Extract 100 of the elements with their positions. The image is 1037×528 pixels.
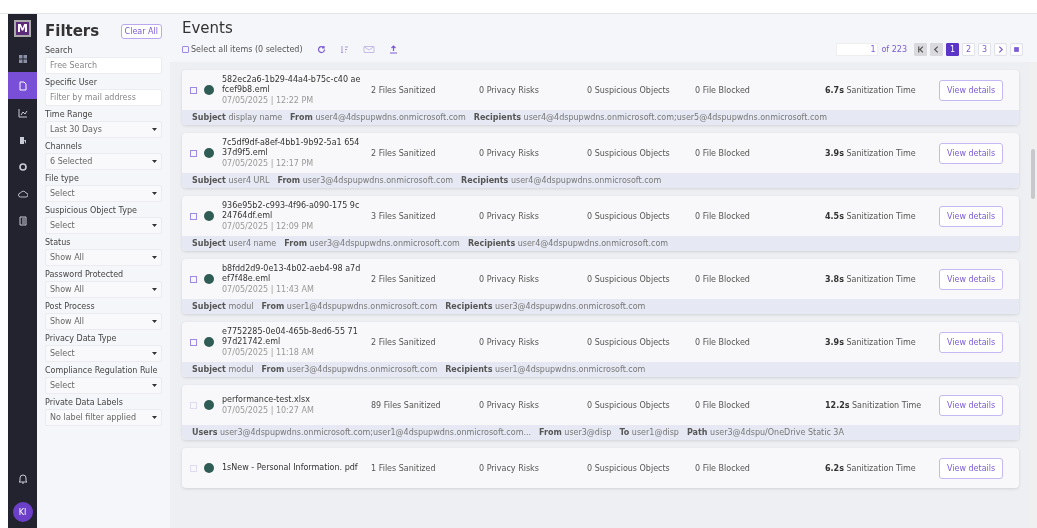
chart-icon bbox=[17, 107, 28, 118]
timestamp: 07/05/2025 | 12:22 PM bbox=[222, 96, 315, 105]
timestamp: 07/05/2025 | 10:27 AM bbox=[222, 406, 315, 415]
file-name: performance-test.xlsx bbox=[222, 395, 311, 405]
view-details-button[interactable]: View details bbox=[939, 142, 1004, 164]
first-page-icon[interactable] bbox=[914, 43, 927, 56]
filter-label: Compliance Regulation Rule bbox=[45, 366, 159, 375]
previous-page-icon[interactable] bbox=[930, 43, 943, 56]
stat-text: 0 File Blocked bbox=[695, 463, 751, 473]
filter-dropdown[interactable]: Select bbox=[45, 377, 162, 394]
filter-dropdown[interactable]: Show All bbox=[45, 281, 162, 298]
cloud-icon bbox=[17, 188, 28, 199]
grid-icon bbox=[17, 53, 28, 64]
stat-text: 2 Files Sanitized bbox=[371, 274, 437, 284]
user-avatar[interactable]: KI bbox=[12, 502, 33, 522]
detail-text: Users user3@4dspupwdns.onmicrosoft.com;user1@4dspupwdns.onmicrosoft.com... bbox=[192, 428, 532, 437]
caret-icon bbox=[152, 320, 157, 323]
stat-text: 3.9s Sanitization Time bbox=[825, 148, 917, 158]
timestamp: 07/05/2025 | 11:43 AM bbox=[222, 285, 315, 294]
select-all-checkbox[interactable] bbox=[182, 46, 189, 53]
filter-label: Post Process bbox=[45, 302, 96, 311]
detail-text: To user1@disp bbox=[619, 428, 679, 437]
page-button[interactable]: 1 bbox=[946, 43, 959, 56]
stat-text: 0 Privacy Risks bbox=[479, 274, 540, 284]
view-details-button[interactable]: View details bbox=[939, 331, 1004, 353]
caret-icon bbox=[152, 192, 157, 195]
stat-text: 3 Files Sanitized bbox=[371, 211, 437, 221]
caret-icon bbox=[152, 352, 157, 355]
caret-icon bbox=[152, 160, 157, 163]
detail-text: From user1@4dspupwdns.onmicrosoft.com bbox=[261, 302, 438, 311]
view-details-button[interactable]: View details bbox=[939, 79, 1004, 101]
file-name: e7752285-0e04-465b-8ed6-55 7197d21742.eml bbox=[222, 327, 359, 347]
view-details-button[interactable]: View details bbox=[939, 205, 1004, 227]
refresh-icon[interactable] bbox=[316, 45, 326, 54]
stat-text: 0 Privacy Risks bbox=[479, 337, 540, 347]
stat-text: 0 Suspicious Objects bbox=[587, 85, 671, 95]
row-checkbox[interactable] bbox=[190, 149, 197, 157]
filter-label: Privacy Data Type bbox=[45, 334, 118, 343]
page-button[interactable]: 2 bbox=[962, 43, 975, 56]
detail-text: From user4@4dspupwdns.onmicrosoft.com bbox=[290, 113, 466, 122]
detail-text: Subject user4 name bbox=[192, 239, 277, 248]
select-all-label: Select all items (0 selected) bbox=[191, 45, 303, 54]
stat-text: 0 Privacy Risks bbox=[479, 211, 540, 221]
filter-label: Specific User bbox=[45, 78, 98, 87]
detail-text: From user3@4dspupwdns.onmicrosoft.com bbox=[284, 239, 460, 248]
filters-title: Filters bbox=[45, 22, 100, 40]
stat-text: 0 Suspicious Objects bbox=[587, 148, 671, 158]
logo[interactable]: M bbox=[14, 20, 31, 37]
filter-label: Status bbox=[45, 238, 72, 247]
row-checkbox[interactable] bbox=[190, 212, 197, 220]
next-page-icon[interactable] bbox=[994, 43, 1007, 56]
timestamp: 07/05/2025 | 11:18 AM bbox=[222, 348, 315, 357]
caret-icon bbox=[152, 288, 157, 291]
detail-text: Subject modul bbox=[192, 302, 254, 311]
detail-text: Recipients user4@4dspupwdns.onmicrosoft.com bbox=[461, 176, 662, 185]
caret-icon bbox=[152, 384, 157, 387]
stat-text: 0 Suspicious Objects bbox=[587, 274, 671, 284]
filter-dropdown[interactable]: Select bbox=[45, 217, 162, 234]
bell-icon[interactable] bbox=[17, 473, 28, 484]
row-checkbox[interactable] bbox=[190, 86, 197, 94]
caret-icon bbox=[152, 224, 157, 227]
filter-dropdown[interactable]: No label filter applied bbox=[45, 409, 162, 426]
detail-text: Subject modul bbox=[192, 365, 254, 374]
stat-text: 0 File Blocked bbox=[695, 400, 751, 410]
stat-text: 2 Files Sanitized bbox=[371, 148, 437, 158]
filter-dropdown[interactable]: Last 30 Days bbox=[45, 121, 162, 138]
status-icon bbox=[204, 337, 214, 347]
page-input[interactable]: 1 bbox=[836, 43, 879, 56]
filter-dropdown[interactable]: Select bbox=[45, 345, 162, 362]
view-details-button[interactable]: View details bbox=[939, 268, 1004, 290]
stat-text: 0 Privacy Risks bbox=[479, 400, 540, 410]
caret-icon bbox=[152, 128, 157, 131]
file-name: 1sNew - Personal Information. pdf bbox=[222, 463, 359, 473]
detail-text: Recipients user4@4dspupwdns.onmicrosoft.com bbox=[467, 239, 669, 248]
stat-text: 0 Privacy Risks bbox=[479, 85, 540, 95]
sort-icon[interactable] bbox=[339, 45, 349, 54]
stat-text: 2 Files Sanitized bbox=[371, 337, 437, 347]
upload-icon[interactable] bbox=[388, 45, 398, 54]
stat-text: 89 Files Sanitized bbox=[371, 400, 442, 410]
filter-input[interactable]: Filter by mail address bbox=[45, 89, 162, 106]
last-page-icon[interactable] bbox=[1010, 43, 1023, 56]
filter-dropdown[interactable]: Show All bbox=[45, 313, 162, 330]
status-icon bbox=[204, 274, 214, 284]
detail-text: From user3@4dspupwdns.onmicrosoft.com bbox=[261, 365, 438, 374]
filter-label: Time Range bbox=[45, 110, 94, 119]
row-checkbox[interactable] bbox=[190, 275, 197, 283]
status-icon bbox=[204, 400, 214, 410]
filter-input[interactable]: Free Search bbox=[45, 57, 162, 74]
stat-text: 6.7s Sanitization Time bbox=[825, 85, 917, 95]
status-icon bbox=[204, 85, 214, 95]
clear-all-button[interactable]: Clear All bbox=[120, 23, 162, 39]
row-checkbox[interactable] bbox=[190, 338, 197, 346]
filter-dropdown[interactable]: 6 Selected bbox=[45, 153, 162, 170]
stat-text: 0 Suspicious Objects bbox=[587, 400, 671, 410]
filter-dropdown[interactable]: Show All bbox=[45, 249, 162, 266]
filter-dropdown[interactable]: Select bbox=[45, 185, 162, 202]
file-name: 582ec2a6-1b29-44a4-b75c-c40 aefcef9b8.eml bbox=[222, 75, 362, 95]
filter-label: Private Data Labels bbox=[45, 398, 124, 407]
page-button[interactable]: 3 bbox=[978, 43, 991, 56]
stat-text: 4.5s Sanitization Time bbox=[825, 211, 917, 221]
